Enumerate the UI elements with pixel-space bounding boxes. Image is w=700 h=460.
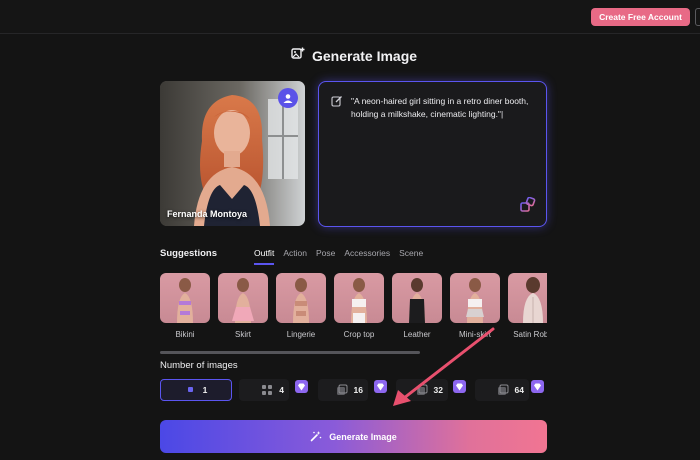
- tab-outfit[interactable]: Outfit: [254, 248, 275, 265]
- premium-gem-icon: [374, 380, 387, 393]
- tab-pose[interactable]: Pose: [316, 248, 335, 265]
- character-profile-button[interactable]: [278, 88, 298, 108]
- tab-scene[interactable]: Scene: [399, 248, 423, 265]
- suggestion-thumbnail: [218, 273, 268, 323]
- stack-16-icon: [336, 384, 348, 396]
- suggestion-thumbnail: [508, 273, 547, 323]
- suggestion-tabs: Outfit Action Pose Accessories Scene: [254, 248, 423, 265]
- premium-gem-icon: [453, 380, 466, 393]
- prompt-tools-button[interactable]: [520, 196, 536, 218]
- suggestion-card-leather[interactable]: Leather: [392, 273, 442, 339]
- suggestion-thumbnail: [160, 273, 210, 323]
- face-swap-icon: [283, 94, 293, 103]
- suggestion-card-lingerie[interactable]: Lingerie: [276, 273, 326, 339]
- suggestion-carousel: Bikini Skirt Lingerie Crop top Leather M…: [160, 273, 547, 343]
- option-value: 64: [514, 385, 524, 395]
- image-count-option-64[interactable]: 64: [475, 379, 529, 401]
- stack-32-icon: [416, 384, 428, 396]
- grid-4-icon: [261, 384, 273, 396]
- option-value: 32: [433, 385, 443, 395]
- suggestion-label: Lingerie: [286, 330, 316, 339]
- menu-button[interactable]: [695, 8, 700, 26]
- suggestion-card-bikini[interactable]: Bikini: [160, 273, 210, 339]
- magic-wand-icon: [310, 430, 322, 444]
- suggestion-thumbnail: [392, 273, 442, 323]
- page-title: Generate Image: [312, 48, 418, 64]
- suggestion-label: Satin Robe: [513, 330, 547, 339]
- option-value: 1: [202, 385, 208, 395]
- suggestion-label: Bikini: [175, 330, 195, 339]
- suggestion-label: Mini-skirt: [459, 330, 491, 339]
- suggestion-label: Skirt: [235, 330, 251, 339]
- edit-icon: [331, 94, 343, 112]
- option-value: 4: [279, 385, 284, 395]
- character-photo[interactable]: Fernanda Montoya: [160, 81, 305, 226]
- prompt-textarea[interactable]: "A neon-haired girl sitting in a retro d…: [318, 81, 547, 227]
- image-count-option-32[interactable]: 32: [396, 379, 448, 401]
- premium-gem-icon: [531, 380, 544, 393]
- suggestion-thumbnail: [334, 273, 384, 323]
- tab-accessories[interactable]: Accessories: [344, 248, 390, 265]
- single-square-icon: [185, 384, 197, 396]
- create-account-button[interactable]: Create Free Account: [591, 8, 690, 26]
- number-of-images-label: Number of images: [160, 360, 238, 371]
- image-count-option-4[interactable]: 4: [239, 379, 289, 401]
- prompt-text: "A neon-haired girl sitting in a retro d…: [351, 96, 529, 119]
- image-count-option-16[interactable]: 16: [318, 379, 368, 401]
- stack-64-icon: [497, 384, 509, 396]
- shapes-icon: [520, 196, 536, 212]
- suggestion-thumbnail: [276, 273, 326, 323]
- suggestion-card-skirt[interactable]: Skirt: [218, 273, 268, 339]
- image-count-option-1[interactable]: 1: [160, 379, 232, 401]
- option-value: 16: [353, 385, 363, 395]
- suggestion-card-mini-skirt[interactable]: Mini-skirt: [450, 273, 500, 339]
- suggestion-card-satin-robe[interactable]: Satin Robe: [508, 273, 547, 339]
- tab-action[interactable]: Action: [283, 248, 307, 265]
- premium-gem-icon: [295, 380, 308, 393]
- suggestion-thumbnail: [450, 273, 500, 323]
- top-bar: Create Free Account: [0, 0, 700, 34]
- character-name: Fernanda Montoya: [167, 209, 248, 219]
- page-header: Generate Image: [291, 46, 417, 66]
- carousel-scrollbar[interactable]: [160, 351, 420, 354]
- generate-label: Generate Image: [329, 431, 397, 442]
- suggestions-label: Suggestions: [160, 248, 218, 259]
- suggestion-label: Crop top: [343, 330, 375, 339]
- suggestion-card-crop-top[interactable]: Crop top: [334, 273, 384, 339]
- generate-image-button[interactable]: Generate Image: [160, 420, 547, 453]
- suggestion-label: Leather: [403, 330, 431, 339]
- image-add-icon: [291, 47, 305, 66]
